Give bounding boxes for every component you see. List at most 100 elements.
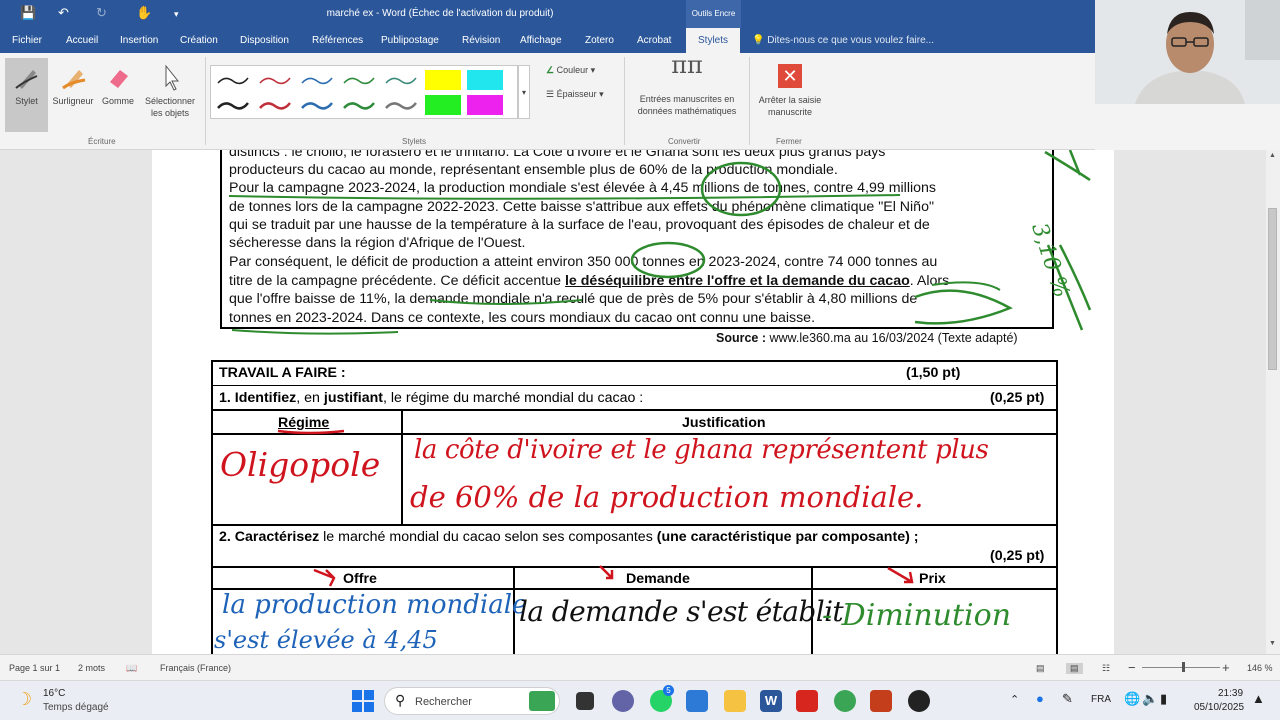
pen-swatch-gray-2[interactable] [383, 95, 419, 115]
scroll-up-arrow[interactable]: ▲ [1269, 152, 1276, 159]
question-1: 1. Identifiez, en justifiant, le régime … [219, 390, 643, 406]
acrobat-icon[interactable] [796, 690, 818, 712]
doc-line-7: Par conséquent, le déficit de production… [229, 254, 938, 270]
taskbar-search[interactable]: ⚲ Rechercher [384, 687, 560, 715]
pointer-icon [165, 64, 180, 91]
epaisseur-label: Épaisseur [556, 89, 597, 99]
stop-label-2: manuscrite [767, 107, 812, 117]
network-icon[interactable]: 🌐 [1124, 691, 1140, 707]
tab-insertion[interactable]: Insertion [120, 35, 158, 46]
pi-icon: ππ [671, 51, 703, 79]
pen-swatch-red-2[interactable] [257, 95, 293, 115]
tab-publipostage[interactable]: Publipostage [381, 35, 439, 46]
zoom-in-button[interactable]: + [1222, 660, 1230, 675]
zoom-slider[interactable] [1142, 667, 1220, 668]
battery-icon[interactable]: ▮ [1160, 691, 1167, 707]
q1-rest: , le régime du marché mondial du cacao : [383, 390, 644, 406]
ink-to-math-button[interactable]: ππ Entrées manuscrites en données mathém… [628, 51, 746, 117]
input-language[interactable]: FRA [1091, 694, 1111, 705]
word-count[interactable]: 2 mots [78, 663, 105, 673]
vertical-scrollbar[interactable]: ▲ ▼ [1266, 150, 1280, 654]
windows-logo-square [352, 702, 362, 712]
zoom-level[interactable]: 146 % [1247, 663, 1273, 673]
q1-verb-1: Identifiez [234, 390, 297, 406]
select-objects-button[interactable]: Sélectionner les objets [140, 64, 200, 119]
q2-paren: (une caractéristique par composante) ; [656, 529, 919, 545]
proofing-icon[interactable]: 📖 [126, 663, 137, 674]
separator [624, 57, 625, 145]
tab-disposition[interactable]: Disposition [240, 35, 289, 46]
task-header: TRAVAIL A FAIRE : [219, 365, 346, 381]
weather-temp[interactable]: 16°C [43, 688, 65, 699]
pen-gallery[interactable] [210, 65, 518, 119]
stylet-button[interactable]: Stylet [5, 58, 48, 132]
file-explorer-icon[interactable] [724, 690, 746, 712]
pen-menu-icon[interactable]: ✎ [1062, 691, 1073, 707]
word-icon[interactable]: W [760, 690, 782, 712]
whatsapp-icon[interactable]: 5 [650, 685, 674, 712]
zoom-out-button[interactable]: − [1128, 660, 1136, 675]
highlighter-swatch-yellow[interactable] [425, 70, 461, 90]
search-icon: ⚲ [395, 692, 406, 708]
pen-swatch-green-2[interactable] [341, 95, 377, 115]
store-icon[interactable] [686, 690, 708, 712]
tab-revision[interactable]: Révision [462, 35, 500, 46]
highlighter-swatch-green[interactable] [425, 95, 461, 115]
page-count[interactable]: Page 1 sur 1 [9, 663, 60, 673]
surligneur-button[interactable]: Surligneur [50, 64, 96, 107]
hw-offre-line-1: la production mondiale [222, 590, 528, 620]
web-layout-icon[interactable]: ☷ [1102, 663, 1110, 674]
scroll-thumb[interactable] [1268, 208, 1277, 370]
clock-date[interactable]: 05/10/2025 [1194, 702, 1244, 713]
print-layout-icon[interactable]: ▤ [1066, 663, 1083, 674]
highlighter-swatch-cyan[interactable] [467, 70, 503, 90]
pen-swatch-green-1[interactable] [341, 70, 377, 90]
pen-swatch-black-1[interactable] [215, 70, 251, 90]
search-placeholder: Rechercher [415, 696, 472, 708]
color-icon: ∠ [546, 65, 555, 75]
tab-fichier[interactable]: Fichier [12, 35, 42, 46]
highlighter-swatch-magenta[interactable] [467, 95, 503, 115]
epaisseur-dropdown[interactable]: ☰ Épaisseur ▾ [546, 89, 604, 100]
tab-stylets[interactable]: Stylets [686, 28, 741, 53]
tell-me-search[interactable]: 💡 Dites-nous ce que vous voulez faire... [752, 35, 934, 46]
stop-inking-button[interactable]: ✕ Arrêter la saisie manuscrite [752, 64, 828, 118]
tab-zotero[interactable]: Zotero [585, 35, 614, 46]
task-view-icon[interactable] [576, 692, 594, 710]
weather-desc[interactable]: Temps dégagé [43, 702, 109, 713]
pen-swatch-teal-1[interactable] [383, 70, 419, 90]
doc-line-1: distincts : le criollo, le forastero et … [229, 150, 886, 160]
stylet-label: Stylet [15, 96, 38, 106]
powerpoint-icon[interactable] [870, 690, 892, 712]
gallery-more-button[interactable]: ▾ [518, 65, 530, 119]
start-button[interactable] [352, 690, 374, 712]
zoom-slider-thumb[interactable] [1182, 662, 1185, 672]
notification-bell-icon[interactable]: ▲ [1252, 691, 1265, 706]
tab-references[interactable]: Références [312, 35, 363, 46]
tab-accueil[interactable]: Accueil [66, 35, 98, 46]
pen-swatch-blue-2[interactable] [299, 95, 335, 115]
document-area[interactable]: distincts : le criollo, le forastero et … [0, 150, 1266, 654]
col-demande: Demande [626, 571, 690, 587]
pen-swatch-red-1[interactable] [257, 70, 293, 90]
show-hidden-icons[interactable]: ⌃ [1010, 693, 1019, 706]
pen-swatch-blue-1[interactable] [299, 70, 335, 90]
volume-icon[interactable]: 🔈 [1142, 691, 1158, 707]
weather-icon[interactable]: ☽ [16, 689, 32, 710]
clock-time[interactable]: 21:39 [1218, 688, 1243, 699]
scroll-down-arrow[interactable]: ▼ [1269, 640, 1276, 647]
doc-line-8-bold: le déséquilibre entre l'offre et la dema… [564, 273, 910, 289]
microphone-icon[interactable]: ● [1036, 691, 1044, 706]
read-mode-icon[interactable]: ▤ [1036, 663, 1045, 674]
chrome-icon[interactable] [834, 690, 856, 712]
language-status[interactable]: Français (France) [160, 663, 231, 673]
tab-affichage[interactable]: Affichage [520, 35, 562, 46]
pen-swatch-black-2[interactable] [215, 95, 251, 115]
status-bar: Page 1 sur 1 2 mots 📖 Français (France) … [0, 654, 1280, 680]
gomme-button[interactable]: Gomme [98, 64, 138, 107]
teams-icon[interactable] [612, 690, 634, 712]
tab-creation[interactable]: Création [180, 35, 218, 46]
couleur-dropdown[interactable]: ∠ Couleur ▾ [546, 65, 595, 76]
tab-acrobat[interactable]: Acrobat [637, 35, 671, 46]
recorder-icon[interactable] [908, 690, 930, 712]
